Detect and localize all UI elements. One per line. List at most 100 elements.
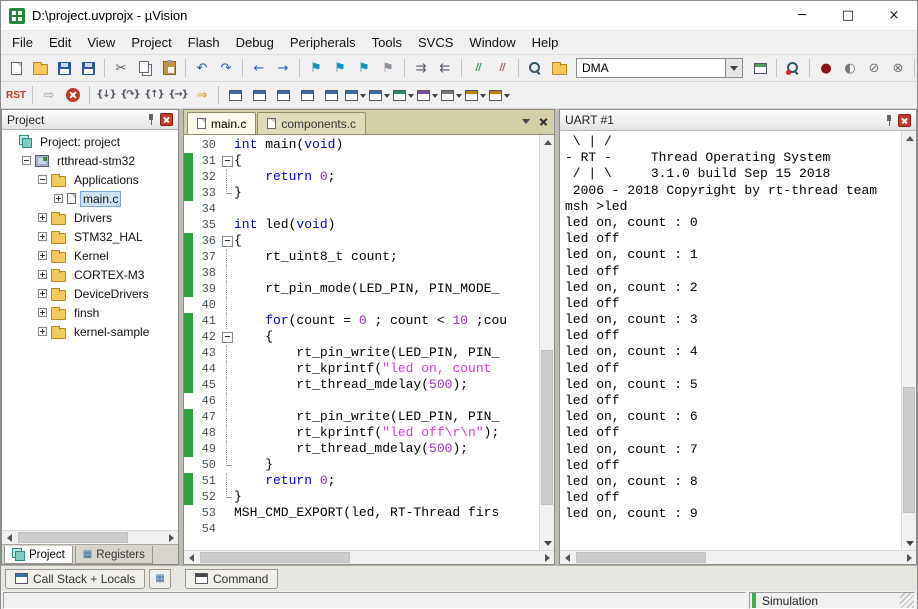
scroll-track[interactable] xyxy=(902,145,916,536)
step-out-icon[interactable]: {↑} xyxy=(143,84,165,106)
menu-help[interactable]: Help xyxy=(524,32,567,53)
scroll-track[interactable] xyxy=(198,551,540,564)
serial-windows-icon[interactable] xyxy=(392,84,414,106)
comment-selection-icon[interactable]: // xyxy=(467,57,489,79)
locals-grid-tab[interactable]: ▦ xyxy=(149,569,170,589)
expander-icon[interactable] xyxy=(38,308,47,317)
scroll-left-icon[interactable] xyxy=(2,531,16,545)
scroll-up-icon[interactable] xyxy=(902,131,916,145)
scroll-right-icon[interactable] xyxy=(164,531,178,545)
tree-item-finsh[interactable]: finsh xyxy=(2,303,178,322)
scroll-thumb[interactable] xyxy=(903,387,915,512)
uncomment-selection-icon[interactable]: // xyxy=(491,57,513,79)
analysis-windows-icon[interactable] xyxy=(416,84,438,106)
scroll-right-icon[interactable] xyxy=(540,551,554,565)
paste-icon[interactable] xyxy=(158,57,180,79)
redo-icon[interactable]: ↷ xyxy=(215,57,237,79)
tree-item-drivers[interactable]: Drivers xyxy=(2,208,178,227)
navigate-back-icon[interactable]: ← xyxy=(248,57,270,79)
close-panel-icon[interactable] xyxy=(160,113,173,126)
show-next-statement-icon[interactable]: ⇒ xyxy=(191,84,213,106)
expander-icon[interactable] xyxy=(38,232,47,241)
start-stop-debug-icon[interactable] xyxy=(782,57,804,79)
save-icon[interactable] xyxy=(53,57,75,79)
uart-vertical-scrollbar[interactable] xyxy=(901,131,916,550)
menu-debug[interactable]: Debug xyxy=(228,32,282,53)
menu-project[interactable]: Project xyxy=(123,32,179,53)
run-icon[interactable]: ⇨ xyxy=(38,84,60,106)
editor-tab-main-c[interactable]: main.c xyxy=(187,112,256,134)
expander-icon[interactable] xyxy=(38,251,47,260)
kill-all-breakpoints-icon[interactable]: ⊗ xyxy=(887,57,909,79)
tree-item-applications[interactable]: Applications xyxy=(2,170,178,189)
code-area[interactable]: 30int main(void)31{32 return 0;33}3435in… xyxy=(184,135,539,550)
reset-icon[interactable]: RST xyxy=(5,84,27,106)
command-window-icon[interactable] xyxy=(224,84,246,106)
call-stack-window-icon[interactable] xyxy=(320,84,342,106)
close-document-icon[interactable] xyxy=(536,114,551,128)
symbols-window-icon[interactable] xyxy=(272,84,294,106)
disassembly-window-icon[interactable] xyxy=(248,84,270,106)
menu-window[interactable]: Window xyxy=(461,32,523,53)
scroll-thumb[interactable] xyxy=(541,350,553,505)
tree-item-kernel[interactable]: Kernel xyxy=(2,246,178,265)
menu-svcs[interactable]: SVCS xyxy=(410,32,461,53)
expander-icon[interactable] xyxy=(38,270,47,279)
minimize-button[interactable]: ─ xyxy=(779,1,825,30)
step-into-icon[interactable]: {↓} xyxy=(95,84,117,106)
menu-tools[interactable]: Tools xyxy=(364,32,410,53)
new-file-icon[interactable] xyxy=(5,57,27,79)
uart-horizontal-scrollbar[interactable] xyxy=(560,550,916,564)
bookmark-previous-icon[interactable]: ⚑ xyxy=(329,57,351,79)
command-tab[interactable]: Command xyxy=(185,569,278,589)
undo-icon[interactable]: ↶ xyxy=(191,57,213,79)
scroll-thumb[interactable] xyxy=(18,532,128,543)
fold-start-icon[interactable] xyxy=(221,233,234,249)
menu-view[interactable]: View xyxy=(79,32,123,53)
expander-icon[interactable] xyxy=(38,175,47,184)
insert-remove-breakpoint-icon[interactable]: ● xyxy=(815,57,837,79)
navigate-forward-icon[interactable]: → xyxy=(272,57,294,79)
copy-icon[interactable] xyxy=(134,57,156,79)
pin-icon[interactable] xyxy=(884,115,894,126)
menu-edit[interactable]: Edit xyxy=(41,32,79,53)
fold-start-icon[interactable] xyxy=(221,153,234,169)
scroll-track[interactable] xyxy=(16,531,164,544)
target-select-arrow-icon[interactable] xyxy=(726,58,743,78)
tree-item-cortex-m3[interactable]: CORTEX-M3 xyxy=(2,265,178,284)
uart-output[interactable]: \ | /- RT - Thread Operating System / | … xyxy=(560,131,901,550)
expander-icon[interactable] xyxy=(38,289,47,298)
scroll-right-icon[interactable] xyxy=(902,551,916,565)
memory-windows-icon[interactable] xyxy=(368,84,390,106)
bookmark-toggle-icon[interactable]: ⚑ xyxy=(305,57,327,79)
tree-item-devicedrivers[interactable]: DeviceDrivers xyxy=(2,284,178,303)
close-button[interactable]: × xyxy=(871,1,917,30)
tree-item-project-project[interactable]: Project: project xyxy=(2,132,178,151)
scroll-left-icon[interactable] xyxy=(184,551,198,565)
tree-item-rtthread-stm32[interactable]: rtthread-stm32 xyxy=(2,151,178,170)
menu-file[interactable]: File xyxy=(4,32,41,53)
scroll-track[interactable] xyxy=(540,149,554,536)
tree-item-main-c[interactable]: main.c xyxy=(2,189,178,208)
enable-disable-breakpoint-icon[interactable]: ◐ xyxy=(839,57,861,79)
stop-icon[interactable] xyxy=(62,84,84,106)
call-stack-locals-tab[interactable]: Call Stack + Locals xyxy=(5,569,145,589)
scroll-up-icon[interactable] xyxy=(540,135,554,149)
manage-project-items-icon[interactable] xyxy=(548,57,570,79)
maximize-button[interactable]: □ xyxy=(825,1,871,30)
trace-windows-icon[interactable] xyxy=(440,84,462,106)
project-horizontal-scrollbar[interactable] xyxy=(2,530,178,544)
menu-peripherals[interactable]: Peripherals xyxy=(282,32,364,53)
expander-icon[interactable] xyxy=(38,327,47,336)
resize-grip[interactable] xyxy=(900,593,914,608)
panel-tab-registers[interactable]: ▦Registers xyxy=(75,546,153,564)
editor-vertical-scrollbar[interactable] xyxy=(539,135,554,550)
scroll-left-icon[interactable] xyxy=(560,551,574,565)
tree-item-stm32-hal[interactable]: STM32_HAL xyxy=(2,227,178,246)
close-panel-icon[interactable] xyxy=(898,114,911,127)
watch-windows-icon[interactable] xyxy=(344,84,366,106)
bookmark-next-icon[interactable]: ⚑ xyxy=(353,57,375,79)
open-file-icon[interactable] xyxy=(29,57,51,79)
scroll-thumb[interactable] xyxy=(576,552,706,563)
fold-start-icon[interactable] xyxy=(221,329,234,345)
